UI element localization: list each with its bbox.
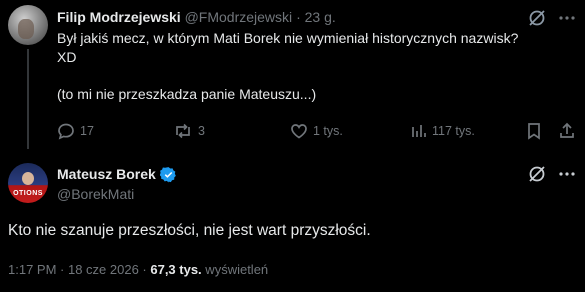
repost-count: 3 xyxy=(198,124,205,138)
reply-age[interactable]: 23 g. xyxy=(305,9,336,25)
verified-badge-icon xyxy=(159,166,176,182)
analytics-bars-icon xyxy=(412,125,426,137)
thread-connector-line xyxy=(27,49,29,149)
views-button[interactable]: 117 tys. xyxy=(409,122,475,140)
repost-icon xyxy=(176,123,190,139)
grok-slash-circle-icon[interactable] xyxy=(526,163,548,185)
main-tweet-meta: 1:17 PM · 18 cze 2026 · 67,3 tys. wyświe… xyxy=(8,262,268,278)
avatar-filip[interactable] xyxy=(8,5,48,45)
main-author-handle[interactable]: @BorekMati xyxy=(57,185,134,203)
like-count: 1 tys. xyxy=(313,124,343,138)
main-tweet-view-count: 67,3 tys. xyxy=(150,262,202,277)
reply-header: Filip Modrzejewski @FModrzejewski · 23 g… xyxy=(57,8,336,26)
avatar-mateusz[interactable]: OTIONS xyxy=(8,163,48,203)
main-tweet-view-label: wyświetleń xyxy=(201,262,269,277)
reply-text: Był jakiś mecz, w którym Mati Borek nie … xyxy=(57,30,519,102)
reply-count: 17 xyxy=(80,124,94,138)
reply-separator: · xyxy=(296,9,301,25)
share-icon xyxy=(560,122,574,138)
reply-action-bar: 17 3 1 tys. 117 tys. xyxy=(57,122,577,140)
main-tweet[interactable]: OTIONS Mateusz Borek @BorekMati Kto nie … xyxy=(0,155,585,292)
main-tweet-text: Kto nie szanuje przeszłości, nie jest wa… xyxy=(8,222,371,239)
reply-button[interactable]: 17 xyxy=(57,122,94,140)
repost-button[interactable]: 3 xyxy=(173,122,205,140)
view-count: 117 tys. xyxy=(432,124,475,138)
share-button[interactable] xyxy=(558,122,576,140)
avatar-caption: OTIONS xyxy=(13,190,43,197)
more-dots-icon[interactable] xyxy=(556,164,578,184)
reply-author-handle[interactable]: @FModrzejewski xyxy=(185,9,293,25)
comment-bubble-icon xyxy=(58,123,74,140)
more-dots-icon[interactable] xyxy=(556,8,578,28)
bookmark-icon xyxy=(528,123,540,140)
heart-icon xyxy=(291,124,307,139)
reply-tweet[interactable]: Filip Modrzejewski @FModrzejewski · 23 g… xyxy=(0,0,585,155)
main-tweet-time[interactable]: 1:17 PM · 18 cze 2026 · xyxy=(8,262,150,277)
main-author-name-text: Mateusz Borek xyxy=(57,166,156,182)
grok-slash-circle-icon[interactable] xyxy=(526,7,548,29)
like-button[interactable]: 1 tys. xyxy=(290,122,343,140)
main-author-name[interactable]: Mateusz Borek xyxy=(57,165,177,183)
reply-author-name[interactable]: Filip Modrzejewski xyxy=(57,9,181,25)
bookmark-button[interactable] xyxy=(526,122,542,140)
